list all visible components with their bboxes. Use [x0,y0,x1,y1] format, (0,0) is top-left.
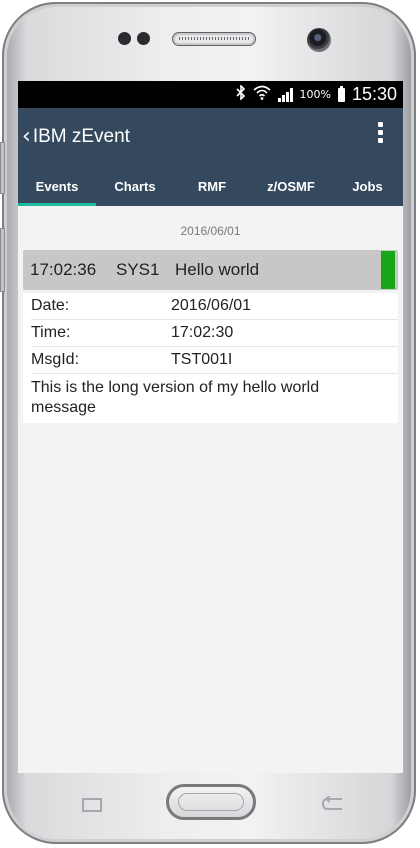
detail-date-value: 2016/06/01 [171,297,252,314]
event-detail-card: Date: 2016/06/01 Time: 17:02:30 MsgId: T… [23,293,398,423]
power-button [0,228,5,292]
earpiece-speaker [172,32,256,46]
phone-screen: 100% 15:30 ‹ IBM zEvent Events Charts RM… [18,81,403,773]
tab-zosmf[interactable]: z/OSMF [250,166,332,206]
detail-time-label: Time: [31,324,71,341]
detail-msgid: MsgId: TST001I [31,347,398,374]
detail-time: Time: 17:02:30 [31,320,398,347]
app-title: IBM zEvent [32,126,130,147]
detail-long-message: This is the long version of my hello wor… [31,379,320,416]
volume-button [0,142,5,194]
event-system: SYS1 [116,260,160,279]
event-row[interactable]: 17:02:36 SYS1 Hello world [23,250,398,290]
severity-indicator [381,251,395,289]
date-header: 2016/06/01 [180,224,241,238]
front-camera [307,28,331,52]
tab-bar: Events Charts RMF z/OSMF Jobs [18,166,403,206]
detail-date-label: Date: [31,297,70,314]
detail-date: Date: 2016/06/01 [31,293,398,320]
tab-rmf[interactable]: RMF [174,166,250,206]
recent-apps-key[interactable] [82,798,102,812]
back-key-icon[interactable] [320,795,346,812]
battery-icon [337,85,345,102]
home-button[interactable] [166,784,256,820]
app-bar: ‹ IBM zEvent Events Charts RMF z/OSMF Jo… [18,108,403,206]
battery-percent: 100% [299,88,331,101]
event-time: 17:02:36 [30,260,97,279]
status-clock: 15:30 [351,84,397,104]
back-button[interactable]: ‹ IBM zEvent [22,126,130,148]
light-sensor [137,32,150,45]
tab-events[interactable]: Events [18,166,96,206]
detail-msgid-value: TST001I [171,351,233,368]
detail-time-value: 17:02:30 [171,324,234,341]
overflow-menu-icon[interactable] [377,122,385,146]
events-list: 2016/06/01 17:02:36 SYS1 Hello world Dat… [18,206,403,773]
event-message: Hello world [175,260,260,279]
bluetooth-icon [235,84,246,104]
status-bar: 100% 15:30 [18,81,403,108]
proximity-sensor [118,32,131,45]
signal-icon [277,87,293,102]
detail-msgid-label: MsgId: [31,351,80,368]
wifi-icon [252,85,271,104]
tab-charts[interactable]: Charts [96,166,174,206]
chevron-left-icon: ‹ [22,124,31,149]
tab-jobs[interactable]: Jobs [332,166,403,206]
